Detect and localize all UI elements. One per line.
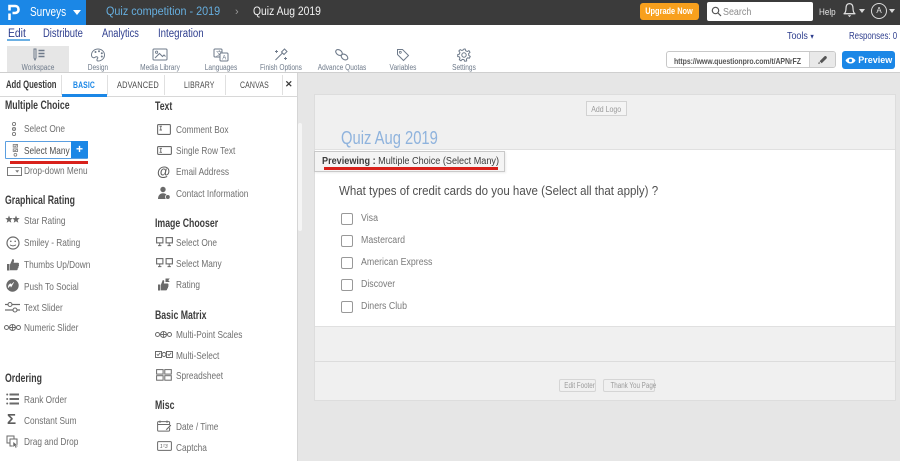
svg-text:1²3: 1²3 [160, 444, 169, 450]
svg-text:A: A [222, 56, 226, 62]
